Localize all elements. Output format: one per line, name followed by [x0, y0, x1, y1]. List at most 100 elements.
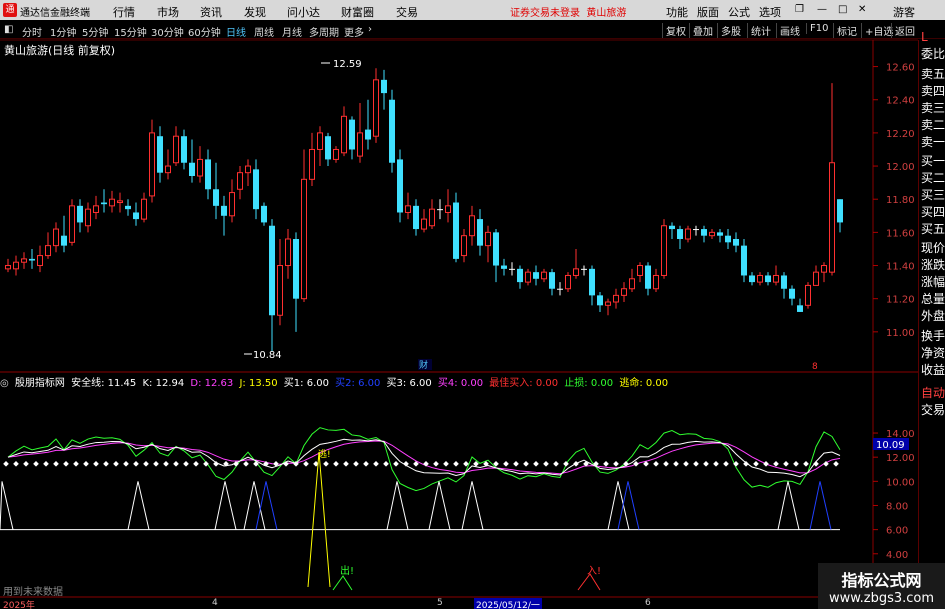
j-line: [7, 427, 841, 492]
price-tick-label: 11.80: [886, 195, 915, 206]
candle-body: [837, 199, 843, 223]
candle-body: [541, 271, 547, 280]
chart-frame: [0, 39, 918, 598]
safety-line-dot: [803, 460, 809, 467]
indicator-lines: [3, 427, 841, 492]
safety-line-dot: [543, 460, 549, 467]
quote-label[interactable]: 卖五: [921, 65, 945, 82]
safety-line-dot: [303, 460, 309, 467]
indicator-current-value: 10.09: [876, 440, 905, 451]
watermark-url: www.zbgs3.com: [828, 591, 935, 606]
price-tick-label: 11.40: [886, 262, 915, 273]
candle-body: [757, 274, 763, 283]
safety-line-dot: [833, 460, 839, 467]
quote-label[interactable]: 买五: [921, 220, 945, 237]
candle-body: [117, 200, 123, 204]
candle-body: [69, 205, 75, 243]
safety-line-dot: [353, 460, 359, 467]
signal-triangle: [461, 481, 484, 530]
quote-label[interactable]: 收益: [921, 361, 945, 378]
safety-line-dot: [83, 460, 89, 467]
price-axis: 12.60 12.40 12.20 12.00 11.80 11.60 11.40 11.20…: [873, 63, 915, 339]
ind-tick-label: 8.00: [886, 501, 908, 512]
candle-body: [157, 136, 163, 173]
quote-label[interactable]: 总量: [921, 290, 945, 307]
candle-body: [381, 79, 387, 94]
candle-body: [485, 231, 491, 247]
candle-body: [325, 136, 331, 160]
safety-line-dot: [453, 460, 459, 467]
ind-tick-label: 6.00: [886, 526, 908, 537]
candle-body: [677, 229, 683, 239]
safety-line-dot: [183, 460, 189, 467]
candle-body: [173, 135, 179, 164]
safety-line-dot: [63, 460, 69, 467]
signal-triangle: [617, 481, 640, 530]
candle-body: [269, 225, 275, 316]
candle-body: [573, 268, 579, 276]
safety-line-dot: [23, 460, 29, 467]
quote-label[interactable]: 卖三: [921, 99, 945, 116]
date-label: 2025年: [3, 601, 35, 609]
quote-label[interactable]: 涨跌: [921, 256, 945, 273]
candle-body: [805, 284, 811, 306]
signal-triangle: [127, 481, 150, 530]
safety-line-dot: [73, 460, 79, 467]
quote-label[interactable]: 买四: [921, 203, 945, 220]
ind-tick-label: 4.00: [886, 550, 908, 561]
indicator-value: 买4: 0.00: [437, 378, 484, 389]
safety-line-dot: [53, 460, 59, 467]
signal-triangle: [386, 481, 409, 530]
quote-label[interactable]: 委比: [921, 45, 945, 62]
watermark-title: 指标公式网: [841, 571, 922, 590]
auto-trade-button[interactable]: 自动: [921, 384, 945, 401]
price-tick-label: 11.00: [886, 328, 915, 339]
quote-label[interactable]: 换手: [921, 327, 945, 344]
quote-label[interactable]: 净资: [921, 344, 945, 361]
safety-line-dot: [793, 460, 799, 467]
d-line: [7, 440, 841, 475]
watermark: 指标公式网 www.zbgs3.com: [818, 563, 945, 609]
candle-body: [53, 228, 59, 247]
candle-body: [605, 301, 611, 306]
quote-label[interactable]: 买一: [921, 152, 945, 169]
candle-body: [5, 265, 11, 270]
candle-body: [357, 132, 363, 157]
indicator-value: J: 13.50: [239, 378, 278, 389]
price-tick-label: 12.60: [886, 63, 915, 74]
safety-line-dot: [723, 460, 729, 467]
quote-label[interactable]: 卖二: [921, 116, 945, 133]
quote-label[interactable]: 买二: [921, 169, 945, 186]
signal-triangle: [777, 481, 800, 530]
candle-body: [213, 189, 219, 206]
safety-line-dot: [403, 460, 409, 467]
quote-label[interactable]: 卖一: [921, 133, 945, 150]
signal-triangle: [607, 481, 630, 530]
safety-line-dot: [393, 460, 399, 467]
indicator-icon[interactable]: ◎: [0, 378, 9, 389]
quote-label[interactable]: 现价: [921, 239, 945, 256]
indicator-name[interactable]: 殷朋指标网: [15, 378, 65, 389]
quote-label[interactable]: 买三: [921, 186, 945, 203]
quote-label[interactable]: 外盘: [921, 307, 945, 324]
date-label: 4: [212, 598, 218, 608]
marker-8-label: 8: [812, 362, 818, 372]
indicator-value: D: 12.63: [190, 378, 234, 389]
exit-signal-label: 出!: [340, 564, 354, 577]
chart-canvas[interactable]: 12.60 12.40 12.20 12.00 11.80 11.60 11.40 11.20…: [0, 0, 945, 609]
candle-body: [557, 288, 563, 290]
selected-date-label[interactable]: 2025/05/12/一: [474, 598, 542, 609]
candle-body: [525, 271, 531, 283]
candle-body: [781, 275, 787, 289]
quote-label[interactable]: 卖四: [921, 82, 945, 99]
date-axis: 2025年 4 5 2025/05/12/一 6: [0, 598, 818, 609]
trade-button[interactable]: 交易: [921, 401, 945, 418]
candle-body: [341, 115, 347, 154]
candle-body: [437, 209, 443, 211]
safety-line-dot: [103, 460, 109, 467]
candle-body: [229, 192, 235, 217]
indicator-header: ◎ 殷朋指标网 安全线: 11.45 K: 12.94 D: 12.63 J: …: [0, 374, 880, 389]
safety-line-dot: [173, 460, 179, 467]
candle-body: [293, 239, 299, 299]
quote-label[interactable]: 涨幅: [921, 273, 945, 290]
